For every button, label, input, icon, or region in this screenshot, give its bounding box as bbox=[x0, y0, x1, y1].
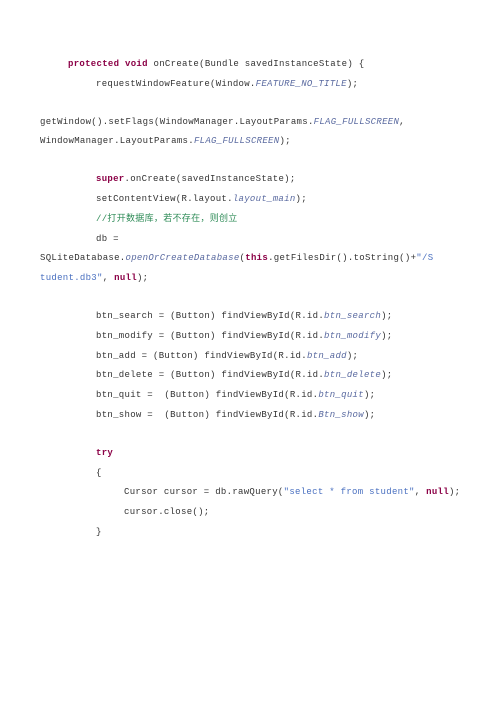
blank-line bbox=[40, 95, 460, 113]
code-line: setContentView(R.layout.layout_main); bbox=[40, 190, 460, 210]
code-line: db = bbox=[40, 230, 460, 250]
keyword-void: void bbox=[125, 59, 148, 69]
id-italic: btn_add bbox=[307, 351, 347, 361]
code-text: ); bbox=[449, 487, 460, 497]
code-line: protected void onCreate(Bundle savedInst… bbox=[40, 55, 460, 75]
code-text: .getFilesDir().toString()+ bbox=[268, 253, 416, 263]
code-page: protected void onCreate(Bundle savedInst… bbox=[0, 0, 500, 707]
code-text: ); bbox=[364, 390, 375, 400]
code-line: try bbox=[40, 444, 460, 464]
code-text: ); bbox=[364, 410, 375, 420]
comment-text: //打开数据库，若不存在，则创立 bbox=[96, 214, 238, 224]
code-text: btn_quit = (Button) findViewById(R.id. bbox=[96, 390, 318, 400]
code-line: cursor.close(); bbox=[40, 503, 460, 523]
string-literal: tudent.db3" bbox=[40, 273, 103, 283]
code-line: tudent.db3", null); bbox=[40, 269, 460, 289]
code-line: requestWindowFeature(Window.FEATURE_NO_T… bbox=[40, 75, 460, 95]
code-text: WindowManager.LayoutParams. bbox=[40, 136, 194, 146]
code-text: btn_delete = (Button) findViewById(R.id. bbox=[96, 370, 324, 380]
id-italic: Btn_show bbox=[318, 410, 364, 420]
code-text: , bbox=[415, 487, 426, 497]
code-text: ); bbox=[347, 79, 358, 89]
code-text: SQLiteDatabase. bbox=[40, 253, 126, 263]
blank-line bbox=[40, 289, 460, 307]
code-line: btn_quit = (Button) findViewById(R.id.bt… bbox=[40, 386, 460, 406]
keyword-try: try bbox=[96, 448, 113, 458]
constant-italic: layout_main bbox=[233, 194, 296, 204]
keyword-super: super bbox=[96, 174, 125, 184]
method-italic: openOrCreateDatabase bbox=[126, 253, 240, 263]
string-literal: "/S bbox=[416, 253, 433, 263]
code-line: Cursor cursor = db.rawQuery("select * fr… bbox=[40, 483, 460, 503]
code-text: btn_search = (Button) findViewById(R.id. bbox=[96, 311, 324, 321]
keyword-null: null bbox=[114, 273, 137, 283]
code-text: ); bbox=[296, 194, 307, 204]
constant-italic: FLAG_FULLSCREEN bbox=[194, 136, 280, 146]
code-text: btn_modify = (Button) findViewById(R.id. bbox=[96, 331, 324, 341]
code-line: super.onCreate(savedInstanceState); bbox=[40, 170, 460, 190]
code-line: } bbox=[40, 523, 460, 543]
code-text: onCreate(Bundle savedInstanceState) { bbox=[148, 59, 365, 69]
constant-italic: FEATURE_NO_TITLE bbox=[256, 79, 347, 89]
brace-open: { bbox=[96, 468, 102, 478]
id-italic: btn_delete bbox=[324, 370, 381, 380]
code-text: , bbox=[103, 273, 114, 283]
id-italic: btn_search bbox=[324, 311, 381, 321]
id-italic: btn_modify bbox=[324, 331, 381, 341]
blank-line bbox=[40, 152, 460, 170]
code-line: btn_add = (Button) findViewById(R.id.btn… bbox=[40, 347, 460, 367]
code-text: ); bbox=[279, 136, 290, 146]
code-text: , bbox=[399, 117, 405, 127]
keyword-this: this bbox=[245, 253, 268, 263]
id-italic: btn_quit bbox=[318, 390, 364, 400]
code-text: ); bbox=[347, 351, 358, 361]
code-line: SQLiteDatabase.openOrCreateDatabase(this… bbox=[40, 249, 460, 269]
blank-line bbox=[40, 426, 460, 444]
keyword-protected: protected bbox=[68, 59, 119, 69]
code-text: btn_show = (Button) findViewById(R.id. bbox=[96, 410, 318, 420]
code-text: requestWindowFeature(Window. bbox=[96, 79, 256, 89]
code-line: WindowManager.LayoutParams.FLAG_FULLSCRE… bbox=[40, 132, 460, 152]
code-text: ); bbox=[381, 331, 392, 341]
code-text: cursor.close(); bbox=[124, 507, 210, 517]
code-text: btn_add = (Button) findViewById(R.id. bbox=[96, 351, 307, 361]
code-line: { bbox=[40, 464, 460, 484]
code-line: btn_modify = (Button) findViewById(R.id.… bbox=[40, 327, 460, 347]
code-text: db = bbox=[96, 234, 119, 244]
brace-close: } bbox=[96, 527, 102, 537]
code-text: .onCreate(savedInstanceState); bbox=[125, 174, 296, 184]
code-line: btn_search = (Button) findViewById(R.id.… bbox=[40, 307, 460, 327]
string-literal: "select * from student" bbox=[284, 487, 415, 497]
keyword-null: null bbox=[426, 487, 449, 497]
code-line: btn_delete = (Button) findViewById(R.id.… bbox=[40, 366, 460, 386]
constant-italic: FLAG_FULLSCREEN bbox=[314, 117, 400, 127]
code-line: btn_show = (Button) findViewById(R.id.Bt… bbox=[40, 406, 460, 426]
code-text: ); bbox=[137, 273, 148, 283]
code-text: getWindow().setFlags(WindowManager.Layou… bbox=[40, 117, 314, 127]
code-line: getWindow().setFlags(WindowManager.Layou… bbox=[40, 113, 460, 133]
code-text: setContentView(R.layout. bbox=[96, 194, 233, 204]
code-line: //打开数据库，若不存在，则创立 bbox=[40, 210, 460, 230]
code-text: ); bbox=[381, 370, 392, 380]
code-text: Cursor cursor = db.rawQuery( bbox=[124, 487, 284, 497]
code-text: ); bbox=[381, 311, 392, 321]
